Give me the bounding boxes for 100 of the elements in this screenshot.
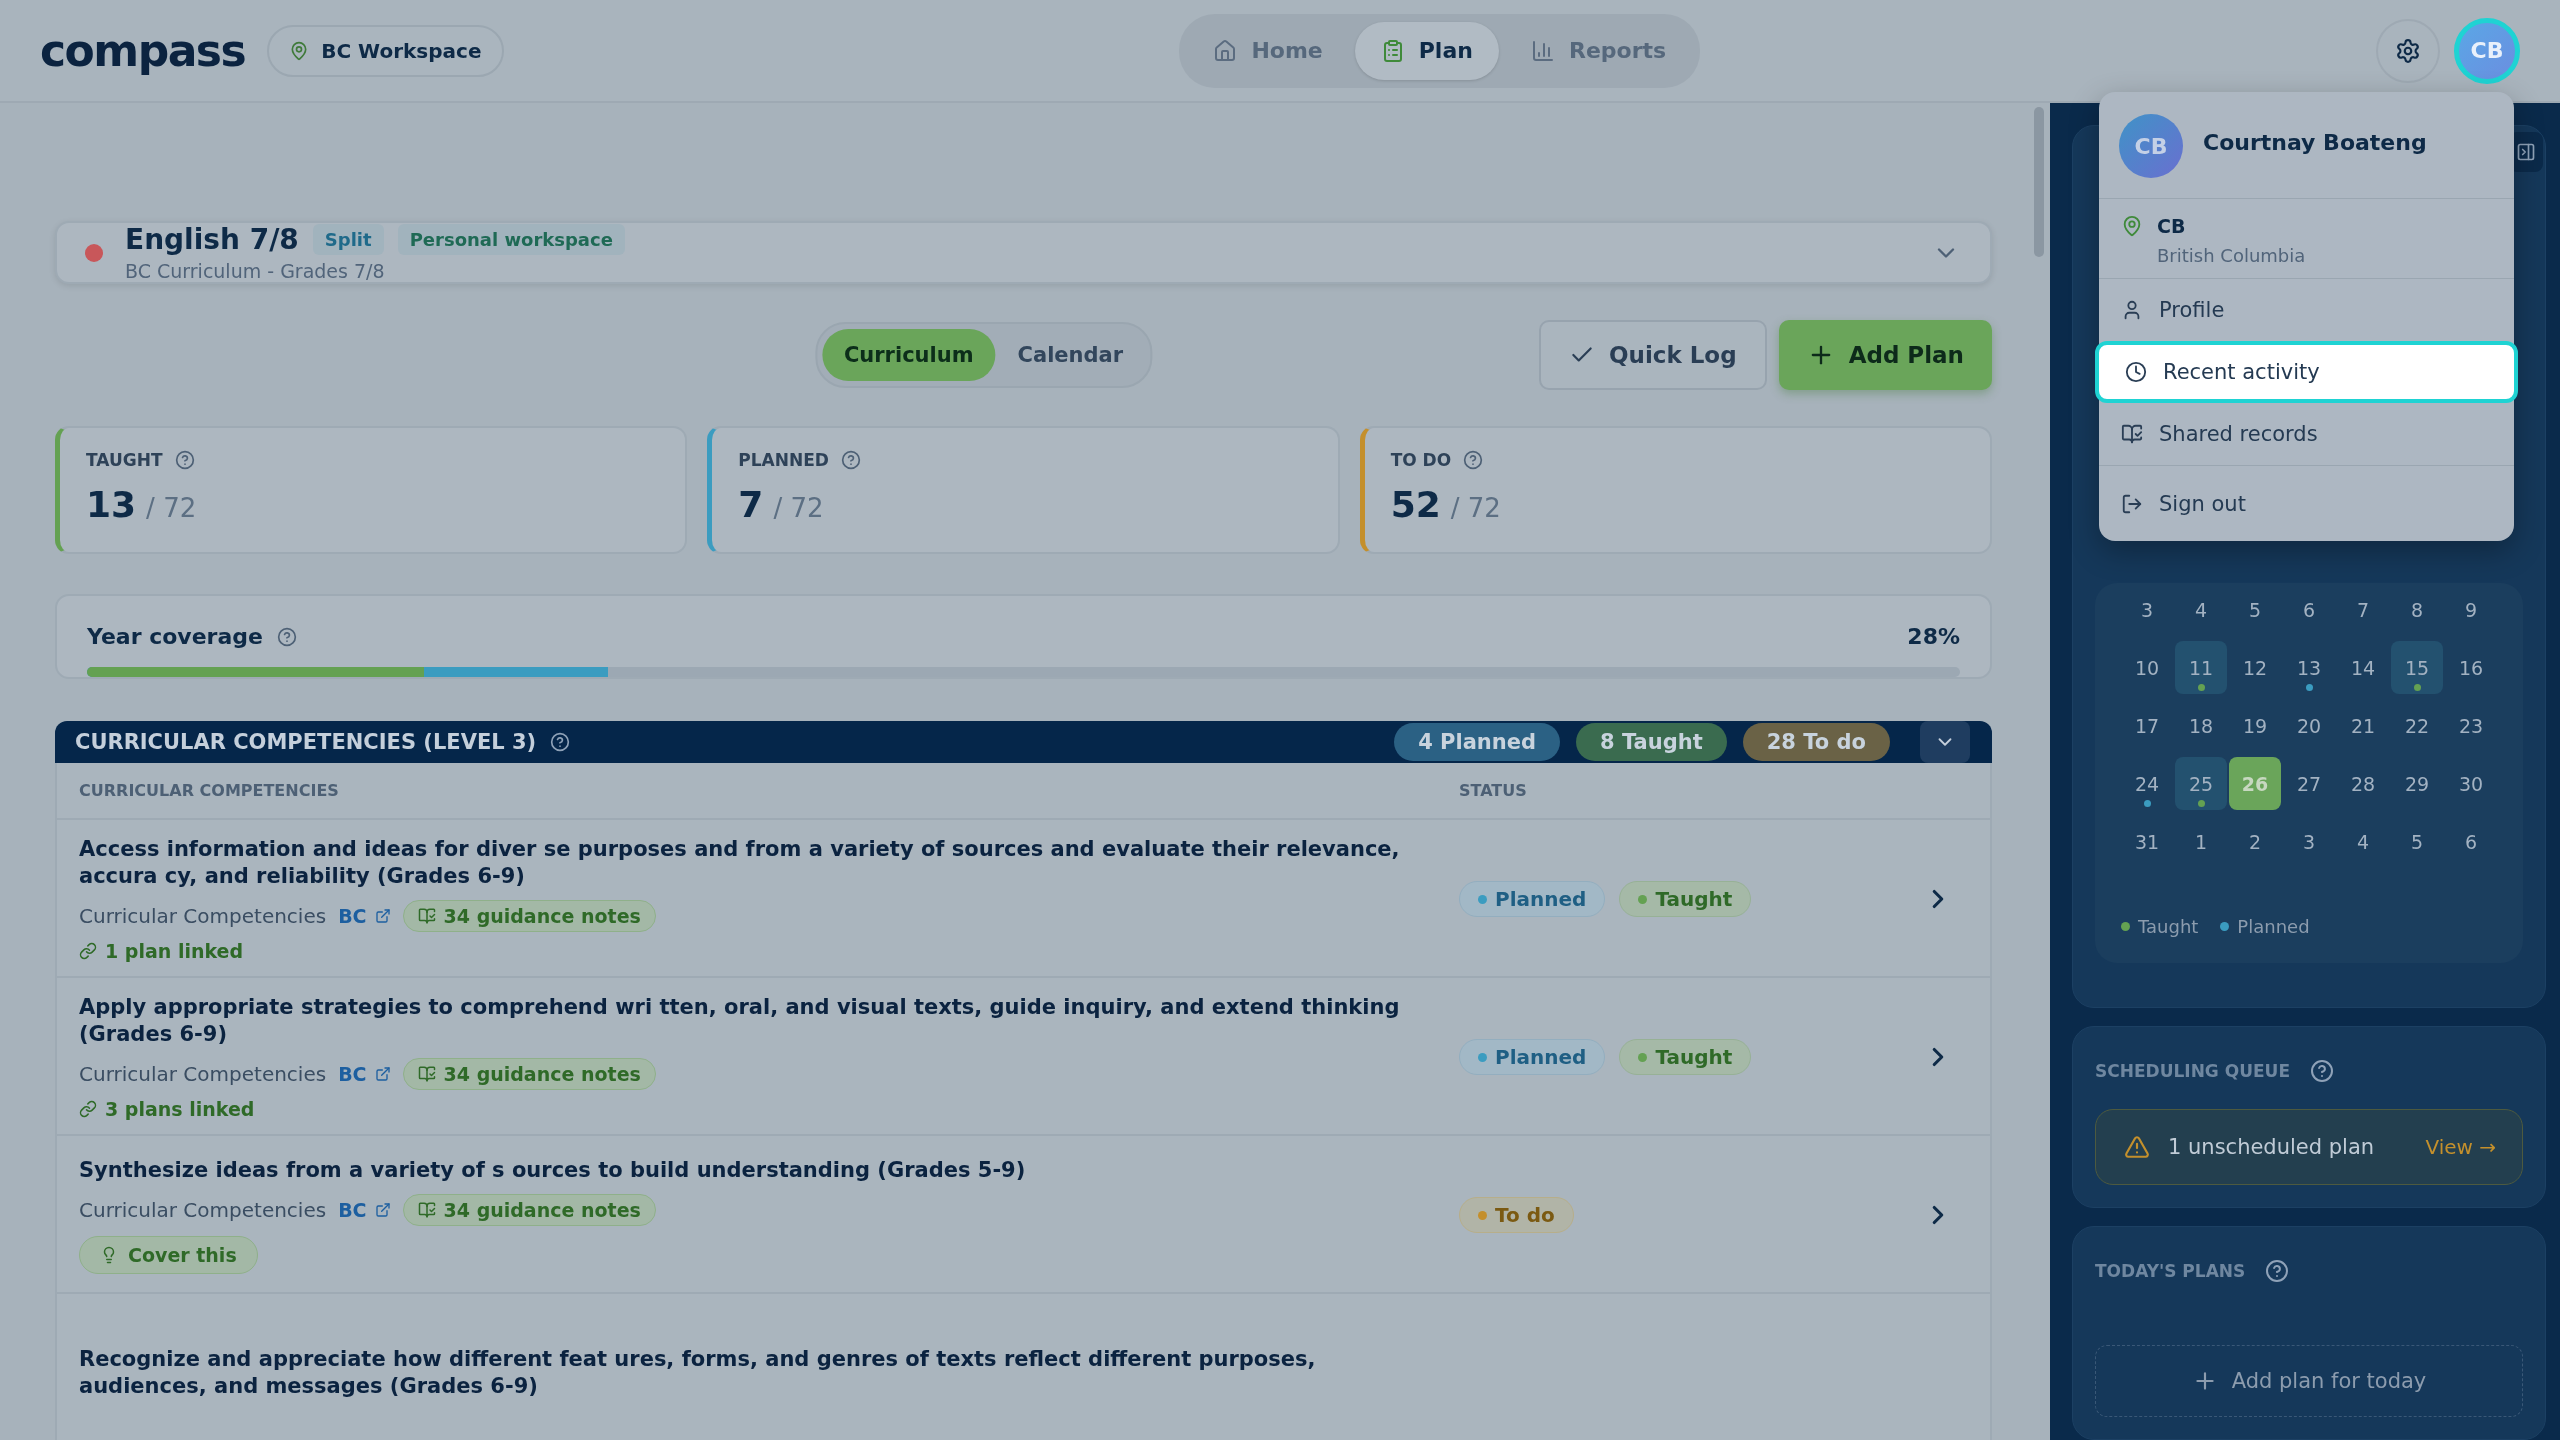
- stat-value: 52: [1390, 484, 1441, 525]
- column-header: CURRICULAR COMPETENCIES: [79, 781, 339, 800]
- help-icon: [1463, 450, 1484, 470]
- calendar-day[interactable]: 8: [2391, 583, 2443, 636]
- course-tag: Personal workspace: [397, 224, 625, 255]
- calendar-day[interactable]: 30: [2445, 757, 2497, 810]
- calendar-day[interactable]: 27: [2283, 757, 2335, 810]
- location-code: CB: [2157, 215, 2187, 237]
- external-link-icon: [374, 1201, 391, 1218]
- workspace-pill[interactable]: BC Workspace: [267, 24, 504, 77]
- book-icon: [417, 907, 436, 925]
- calendar-day[interactable]: 4: [2337, 815, 2389, 868]
- calendar-day[interactable]: 6: [2283, 583, 2335, 636]
- calendar-day[interactable]: 4: [2175, 583, 2227, 636]
- calendar-day[interactable]: 16: [2445, 641, 2497, 694]
- course-dot: [85, 243, 103, 262]
- card-heading: SCHEDULING QUEUE: [2095, 1061, 2291, 1081]
- calendar-day[interactable]: 13: [2283, 641, 2335, 694]
- help-icon: [2310, 1059, 2335, 1083]
- coverage-percent: 28%: [1907, 624, 1960, 649]
- nav-tab[interactable]: Plan: [1354, 21, 1499, 80]
- status-badge: Taught: [1619, 1039, 1752, 1075]
- linked-plans[interactable]: 3 plans linked: [79, 1098, 1419, 1120]
- house-icon: [1213, 38, 1238, 63]
- menu-item[interactable]: Shared records: [2099, 403, 2514, 465]
- clock-icon: [2125, 361, 2147, 383]
- logo[interactable]: compass: [40, 25, 246, 76]
- calendar-day[interactable]: 29: [2391, 757, 2443, 810]
- calendar-day[interactable]: 9: [2445, 583, 2497, 636]
- calendar-day[interactable]: 25: [2175, 757, 2227, 810]
- warning-icon: [2124, 1134, 2150, 1160]
- calendar-day[interactable]: 5: [2229, 583, 2281, 636]
- status-badge: To do: [1459, 1197, 1574, 1233]
- calendar-day[interactable]: 23: [2445, 699, 2497, 752]
- external-link-icon: [374, 908, 391, 924]
- calendar-day[interactable]: 15: [2391, 641, 2443, 694]
- bar-chart-icon: [1530, 38, 1555, 63]
- calendar-day[interactable]: 10: [2121, 641, 2173, 694]
- stat-total: / 72: [1450, 493, 1501, 523]
- stat-label: TAUGHT: [86, 450, 163, 470]
- calendar-day[interactable]: 19: [2229, 699, 2281, 752]
- coverage-title: Year coverage: [87, 624, 263, 649]
- calendar-day[interactable]: 20: [2283, 699, 2335, 752]
- panel-icon: [2516, 142, 2536, 162]
- alert-message: 1 unscheduled plan: [2168, 1135, 2375, 1159]
- competency-title: Apply appropriate strategies to comprehend wri tten, oral, and visual texts, guide inquiry, and extend thinking (Grades 6-9): [79, 994, 1401, 1048]
- calendar-day[interactable]: 17: [2121, 699, 2173, 752]
- guidance-notes-badge[interactable]: 34 guidance notes: [402, 1193, 656, 1226]
- add-plan-today-button[interactable]: Add plan for today: [2095, 1345, 2523, 1417]
- calendar-day[interactable]: 5: [2391, 815, 2443, 868]
- guidance-notes-badge[interactable]: 34 guidance notes: [402, 1058, 656, 1090]
- external-link-icon: [374, 1066, 391, 1082]
- count-badge: 28 To do: [1742, 723, 1890, 761]
- stat-total: / 72: [773, 493, 824, 523]
- source-link[interactable]: BC: [338, 1198, 391, 1221]
- calendar-day[interactable]: 18: [2175, 699, 2227, 752]
- source-link[interactable]: BC: [338, 905, 391, 927]
- calendar-day[interactable]: 6: [2445, 815, 2497, 868]
- calendar-day[interactable]: 28: [2337, 757, 2389, 810]
- count-badge: 8 Taught: [1576, 723, 1727, 761]
- quick-log-button[interactable]: Quick Log: [1538, 320, 1767, 390]
- cover-this-badge[interactable]: Cover this: [79, 1235, 258, 1274]
- view-tab[interactable]: Curriculum: [821, 329, 996, 381]
- help-icon: [276, 626, 297, 647]
- calendar-day[interactable]: 7: [2337, 583, 2389, 636]
- calendar-day[interactable]: 2: [2229, 815, 2281, 868]
- course-tag: Split: [312, 224, 384, 255]
- legend-item: Taught: [2121, 916, 2199, 937]
- linked-plans[interactable]: 1 plan linked: [79, 940, 1419, 962]
- add-plan-button[interactable]: Add Plan: [1778, 320, 1992, 390]
- course-card[interactable]: English 7/8 Split Personal workspace BC Curriculum - Grades 7/8: [55, 221, 1992, 284]
- guidance-notes-badge[interactable]: 34 guidance notes: [402, 900, 656, 932]
- calendar-day[interactable]: 22: [2391, 699, 2443, 752]
- location-region: British Columbia: [2157, 245, 2306, 266]
- stat-label: TO DO: [1390, 450, 1452, 470]
- category-label: Curricular Competencies: [79, 904, 327, 928]
- calendar-day[interactable]: 3: [2121, 583, 2173, 636]
- view-tab[interactable]: Calendar: [995, 329, 1146, 381]
- calendar-day[interactable]: 12: [2229, 641, 2281, 694]
- help-icon: [550, 732, 571, 752]
- calendar-day[interactable]: 14: [2337, 641, 2389, 694]
- card-heading: TODAY'S PLANS: [2095, 1261, 2246, 1281]
- scrollbar-thumb[interactable]: [2034, 107, 2044, 257]
- view-link[interactable]: View →: [2425, 1135, 2496, 1159]
- menu-item[interactable]: Sign out: [2099, 465, 2514, 541]
- help-icon: [2265, 1259, 2290, 1283]
- calendar-day[interactable]: 24: [2121, 757, 2173, 810]
- calendar-day[interactable]: 11: [2175, 641, 2227, 694]
- course-title: English 7/8: [125, 223, 299, 256]
- calendar-day[interactable]: 1: [2175, 815, 2227, 868]
- menu-item[interactable]: Profile: [2099, 279, 2514, 341]
- calendar-day[interactable]: 21: [2337, 699, 2389, 752]
- calendar-day[interactable]: 3: [2283, 815, 2335, 868]
- source-link[interactable]: BC: [338, 1063, 391, 1085]
- legend-item: Planned: [2220, 916, 2310, 937]
- menu-item[interactable]: Recent activity: [2095, 341, 2518, 403]
- status-badge: Planned: [1459, 881, 1606, 917]
- calendar-day[interactable]: 31: [2121, 815, 2173, 868]
- help-icon: [174, 450, 195, 470]
- count-badge: 4 Planned: [1394, 723, 1561, 761]
